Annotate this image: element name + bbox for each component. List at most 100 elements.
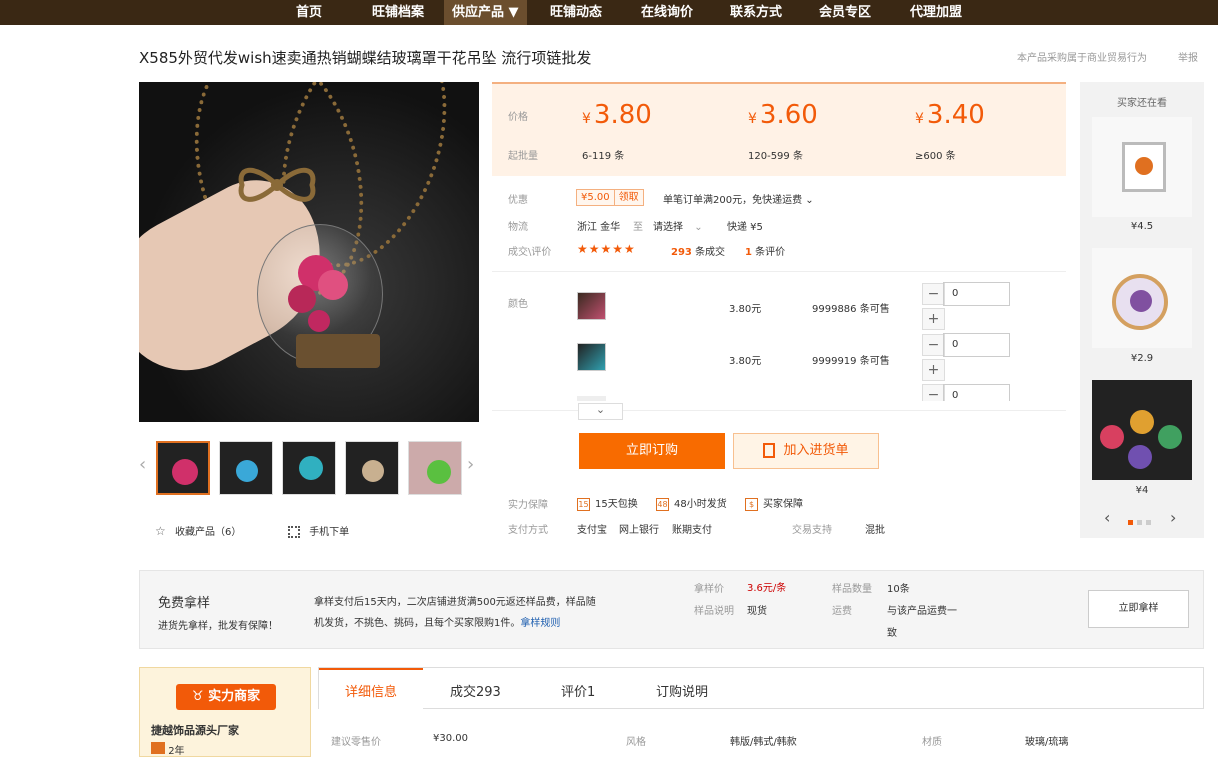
trade-note: 本产品采购属于商业贸易行为 <box>1017 53 1147 64</box>
sidebar-item-1-price: ¥4.5 <box>1130 221 1154 232</box>
nav-home[interactable]: 首页 <box>296 0 322 25</box>
style-value: 韩版/韩式/韩款 <box>730 737 797 748</box>
sample-count-label: 样品数量 <box>832 584 872 595</box>
pay-bank: 网上银行 <box>619 525 659 536</box>
minus-button[interactable]: − <box>922 283 945 305</box>
nav-agent[interactable]: 代理加盟 <box>910 0 962 25</box>
tab-details[interactable]: 详细信息 <box>345 681 397 700</box>
sidebar-item-1-image[interactable] <box>1092 117 1192 217</box>
sku-image-2[interactable] <box>577 343 606 371</box>
style-label: 风格 <box>626 737 646 748</box>
nav-products[interactable]: 供应产品 ▼ <box>444 0 527 25</box>
qty-tier-1: 6-119 条 <box>582 151 625 162</box>
shipping-icon: 48 <box>656 497 669 511</box>
buy-now-button[interactable]: 立即订购 <box>579 433 725 469</box>
also-viewed-sidebar: 买家还在看 ¥4.5 ¥2.9 ¥4 ‹ › <box>1080 82 1204 538</box>
carousel-dot[interactable] <box>1128 520 1133 525</box>
deal-count[interactable]: 293 条成交 <box>671 243 725 258</box>
guarantee-15day[interactable]: 15 15天包换 <box>577 495 638 511</box>
chevron-down-icon[interactable]: ⌄ <box>805 195 813 206</box>
report-link[interactable]: 举报 <box>1178 49 1198 64</box>
review-count[interactable]: 1 条评价 <box>745 243 785 258</box>
thumbnail-3[interactable] <box>282 441 336 495</box>
logistics-label: 物流 <box>508 222 528 233</box>
expand-sku-button[interactable]: ⌄ <box>578 403 623 420</box>
mobile-order-button[interactable]: 手机下单 <box>288 523 349 538</box>
plus-button[interactable]: + <box>922 308 945 330</box>
sidebar-prev-icon[interactable]: ‹ <box>1104 508 1110 527</box>
carousel-dot[interactable] <box>1137 520 1142 525</box>
sample-subtitle: 进货先拿样，批发有保障！ <box>158 621 278 632</box>
promo-label: 优惠 <box>508 195 528 206</box>
sku-price-2: 3.80元 <box>729 356 762 367</box>
sample-price: 3.6元/条 <box>747 583 787 594</box>
nav-shop-profile[interactable]: 旺铺档案 <box>372 0 424 25</box>
sidebar-item-2-price: ¥2.9 <box>1130 353 1154 364</box>
deals-label: 成交\评价 <box>508 247 552 258</box>
sku-stock-1: 9999886 条可售 <box>812 304 890 315</box>
sku-row-3-clipped: − 0 <box>920 384 1020 401</box>
shipping-method: 快递 ¥5 <box>727 222 763 233</box>
favorite-button[interactable]: ☆ 收藏产品（6） <box>155 523 241 538</box>
sku-label: 颜色 <box>508 299 528 310</box>
plus-button[interactable]: + <box>922 359 945 381</box>
tab-order-info[interactable]: 订购说明 <box>656 681 708 700</box>
price-tier-2: ¥3.60 <box>748 100 818 130</box>
nav-contact[interactable]: 联系方式 <box>730 0 782 25</box>
ship-from: 浙江 金华 <box>577 222 621 233</box>
nav-inquiry[interactable]: 在线询价 <box>641 0 693 25</box>
sidebar-item-3-image[interactable] <box>1092 380 1192 480</box>
minus-button[interactable]: − <box>922 384 945 401</box>
coupon-badge[interactable]: ¥5.00 领取 <box>576 189 644 206</box>
quantity-input[interactable]: 0 <box>943 384 1010 401</box>
sku-image-1[interactable] <box>577 292 606 320</box>
get-sample-button[interactable]: 立即拿样 <box>1088 590 1189 628</box>
top-nav: 首页 旺铺档案 供应产品 ▼ 旺铺动态 在线询价 联系方式 会员专区 代理加盟 <box>0 0 1218 25</box>
nav-shop-news[interactable]: 旺铺动态 <box>550 0 602 25</box>
merchant-name[interactable]: 捷越饰品源头厂家 <box>151 722 239 738</box>
sample-ship-line2: 致 <box>887 628 897 639</box>
detail-tabs: 详细信息 成交293 评价1 订购说明 <box>318 667 1204 709</box>
guarantee-label: 实力保障 <box>508 500 548 511</box>
thumbnail-5[interactable] <box>408 441 462 495</box>
sidebar-title: 买家还在看 <box>1117 98 1167 109</box>
guarantee-buyer[interactable]: $ 买家保障 <box>745 495 803 511</box>
region-select[interactable]: 请选择 ⌄ <box>653 218 703 233</box>
sample-count: 10条 <box>887 584 910 595</box>
add-to-cart-button[interactable]: 加入进货单 <box>733 433 879 469</box>
guarantee-48h[interactable]: 48 48小时发货 <box>656 495 727 511</box>
shield-icon: $ <box>745 497 758 511</box>
sidebar-item-2-image[interactable] <box>1092 248 1192 348</box>
retail-price-label: 建议零售价 <box>331 737 381 748</box>
chevron-down-icon: ⌄ <box>595 403 606 416</box>
material-label: 材质 <box>922 737 942 748</box>
bull-icon: ♉ <box>191 689 209 704</box>
rank-icon <box>151 742 165 754</box>
quantity-input[interactable]: 0 <box>943 282 1010 306</box>
carousel-dot[interactable] <box>1146 520 1151 525</box>
merchant-card: ♉ 实力商家 捷越饰品源头厂家 2年 <box>139 667 311 757</box>
main-product-image[interactable] <box>139 82 479 422</box>
tab-deals[interactable]: 成交293 <box>450 681 501 700</box>
thumbnail-next-icon[interactable]: › <box>467 454 474 475</box>
exchange-icon: 15 <box>577 497 590 511</box>
merchant-badge: ♉ 实力商家 <box>176 684 276 710</box>
retail-price-value: ¥30.00 <box>433 733 468 744</box>
nav-members[interactable]: 会员专区 <box>819 0 871 25</box>
payment-label: 支付方式 <box>508 525 548 536</box>
thumbnail-1[interactable] <box>156 441 210 495</box>
trade-support-value: 混批 <box>865 525 885 536</box>
thumbnail-4[interactable] <box>345 441 399 495</box>
sample-desc-line1: 拿样支付后15天内，二次店铺进货满500元返还样品费，样品随 <box>314 597 596 608</box>
tab-reviews[interactable]: 评价1 <box>561 681 595 700</box>
sku-stock-2: 9999919 条可售 <box>812 356 890 367</box>
sidebar-next-icon[interactable]: › <box>1170 508 1176 527</box>
sample-rule-link[interactable]: 拿样规则 <box>520 618 560 629</box>
qty-label: 起批量 <box>508 151 538 162</box>
divider <box>492 271 1066 272</box>
qty-tier-2: 120-599 条 <box>748 151 803 162</box>
thumbnail-prev-icon[interactable]: ‹ <box>139 454 146 475</box>
minus-button[interactable]: − <box>922 334 945 356</box>
quantity-input[interactable]: 0 <box>943 333 1010 357</box>
thumbnail-2[interactable] <box>219 441 273 495</box>
